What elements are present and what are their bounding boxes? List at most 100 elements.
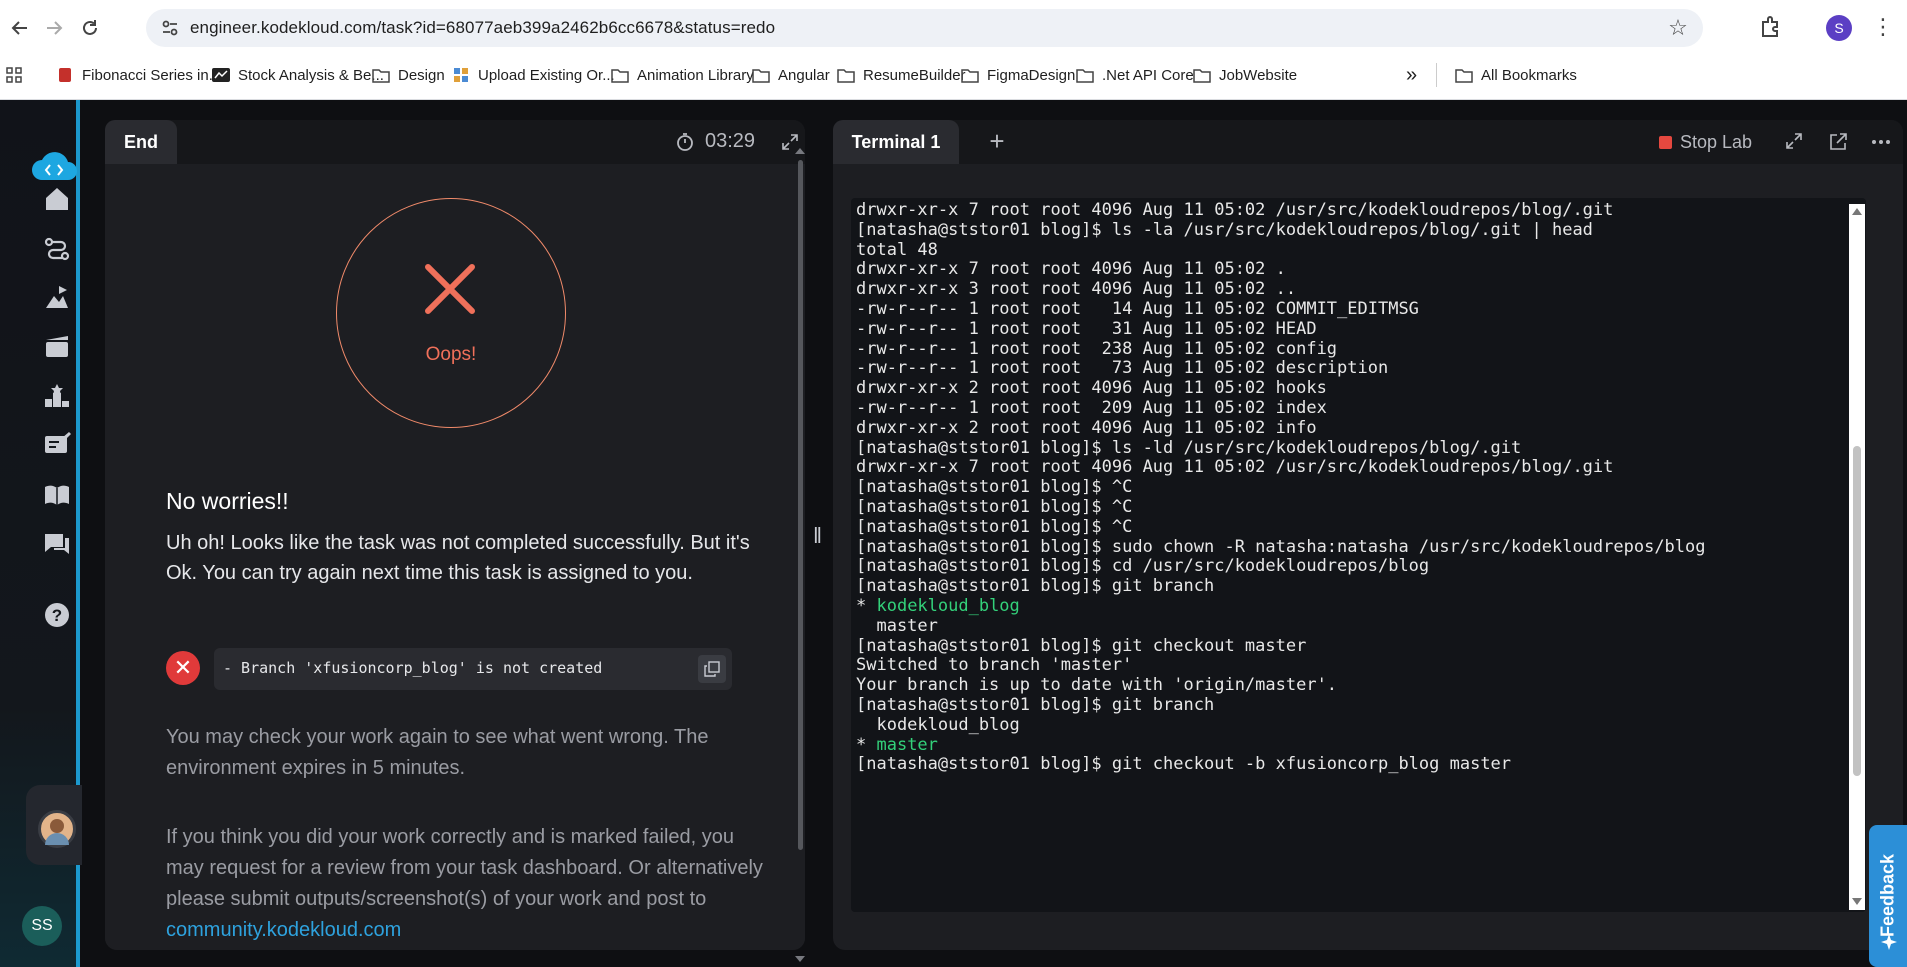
check-work-message: You may check your work again to see wha… bbox=[166, 726, 709, 779]
terminal-line: master bbox=[856, 615, 1706, 637]
docs-icon[interactable] bbox=[38, 476, 76, 514]
url-text[interactable]: engineer.kodekloud.com/task?id=68077aeb3… bbox=[190, 18, 775, 38]
terminal-screen[interactable]: drwxr-xr-x 7 root root 4096 Aug 11 05:02… bbox=[851, 198, 1866, 912]
reload-button[interactable] bbox=[74, 12, 106, 44]
terminal-line-text: drwxr-xr-x 3 root root 4096 Aug 11 05:02… bbox=[856, 279, 1297, 300]
home-icon[interactable] bbox=[38, 180, 76, 218]
bookmark-folder[interactable]: Angular bbox=[752, 62, 830, 88]
bookmark-folder[interactable]: Animation Library bbox=[611, 62, 754, 88]
tab-end[interactable]: End bbox=[105, 120, 177, 164]
folder-icon bbox=[1455, 66, 1473, 84]
terminal-line-text: master bbox=[856, 615, 938, 636]
bookmark-folder[interactable]: JobWebsite bbox=[1193, 62, 1297, 88]
bookmark-item[interactable]: Upload Existing Or... bbox=[452, 62, 615, 88]
bookmarks-overflow-button[interactable]: » bbox=[1406, 62, 1417, 88]
terminal-line: [natasha@ststor01 blog]$ ls -la /usr/src… bbox=[856, 220, 1706, 241]
terminal-line: drwxr-xr-x 2 root root 4096 Aug 11 05:02… bbox=[856, 417, 1706, 439]
bookmark-folder[interactable]: .Net API Core bbox=[1076, 62, 1194, 88]
result-message: Uh oh! Looks like the task was not compl… bbox=[166, 532, 750, 584]
scroll-up-arrow[interactable] bbox=[1852, 208, 1862, 215]
terminal-line: [natasha@ststor01 blog]$ git branch bbox=[856, 695, 1706, 716]
terminal-line: [natasha@ststor01 blog]$ ^C bbox=[856, 517, 1706, 538]
terminal-line: [natasha@ststor01 blog]$ ^C bbox=[856, 496, 1706, 518]
terminal-line: [natasha@ststor01 blog]$ git checkout -b… bbox=[856, 754, 1706, 775]
result-panel-scrollbar[interactable] bbox=[798, 160, 803, 850]
terminal-line-text: Switched to branch 'master' bbox=[856, 655, 1133, 676]
terminal-line: [natasha@ststor01 blog]$ ^C bbox=[856, 477, 1706, 498]
bookmark-item[interactable]: Stock Analysis & Be... bbox=[212, 62, 384, 88]
stop-lab-button[interactable]: Stop Lab bbox=[1659, 132, 1752, 153]
branch-marker: * bbox=[856, 734, 877, 755]
terminal-line-text: drwxr-xr-x 2 root root 4096 Aug 11 05:02… bbox=[856, 378, 1327, 399]
error-x-icon: ✕ bbox=[166, 651, 200, 685]
more-options-icon[interactable] bbox=[1871, 132, 1891, 152]
labs-icon[interactable] bbox=[38, 328, 76, 366]
fail-x-icon bbox=[425, 264, 475, 314]
terminal-line-text: -rw-r--r-- 1 root root 209 Aug 11 05:02 … bbox=[856, 397, 1327, 418]
open-new-window-icon[interactable] bbox=[1828, 132, 1848, 152]
site-icon bbox=[212, 66, 230, 84]
terminal-scrollbar[interactable] bbox=[1849, 204, 1865, 910]
terminal-line-text: [natasha@ststor01 blog]$ ^C bbox=[856, 496, 1133, 517]
stopwatch-icon bbox=[677, 132, 693, 151]
bookmark-folder[interactable]: ResumeBuilder bbox=[837, 62, 966, 88]
kodekloud-app: ? SS End 03:29 Oops! No worries!! Uh oh!… bbox=[0, 100, 1907, 967]
forward-arrow-icon bbox=[47, 21, 63, 35]
reload-icon bbox=[83, 20, 97, 35]
terminal-line: Your branch is up to date with 'origin/m… bbox=[856, 675, 1706, 696]
terminal-line: * kodekloud_blog bbox=[856, 596, 1706, 617]
terminal-line-text: [natasha@ststor01 blog]$ git checkout -b… bbox=[856, 754, 1512, 775]
scrollbar-thumb[interactable] bbox=[1853, 446, 1861, 776]
terminal-line: -rw-r--r-- 1 root root 238 Aug 11 05:02 … bbox=[856, 339, 1706, 360]
sparkle-icon bbox=[1881, 934, 1897, 950]
terminal-line-text: -rw-r--r-- 1 root root 14 Aug 11 05:02 C… bbox=[856, 298, 1419, 319]
address-bar[interactable]: engineer.kodekloud.com/task?id=68077aeb3… bbox=[146, 9, 1703, 47]
extensions-icon[interactable] bbox=[1758, 14, 1786, 42]
bookmark-item[interactable]: Fibonacci Series in... bbox=[56, 62, 221, 88]
help-icon[interactable]: ? bbox=[38, 596, 76, 634]
feedback-button[interactable]: Feedback bbox=[1869, 825, 1907, 967]
bookmark-star-icon[interactable]: ☆ bbox=[1665, 15, 1691, 41]
scroll-down-arrow[interactable] bbox=[1852, 898, 1862, 905]
browser-menu-icon[interactable]: ⋮ bbox=[1872, 14, 1894, 42]
bookmarks-bar: Fibonacci Series in... Stock Analysis & … bbox=[0, 58, 1907, 92]
community-link[interactable]: community.kodekloud.com bbox=[166, 919, 401, 941]
site-settings-icon[interactable] bbox=[158, 16, 182, 40]
leaderboard-icon[interactable] bbox=[38, 377, 76, 415]
profile-avatar[interactable]: S bbox=[1826, 15, 1852, 41]
terminal-line-text: [natasha@ststor01 blog]$ git checkout ma… bbox=[856, 635, 1307, 656]
scroll-down-arrow[interactable] bbox=[795, 956, 805, 962]
terminal-line: kodekloud_blog bbox=[856, 715, 1706, 736]
user-avatar[interactable] bbox=[38, 810, 76, 848]
expand-icon[interactable] bbox=[1785, 132, 1805, 152]
review-message: If you think you did your work correctly… bbox=[166, 822, 766, 946]
tab-terminal-1[interactable]: Terminal 1 bbox=[833, 120, 959, 164]
oops-label: Oops! bbox=[425, 344, 477, 365]
bookmark-folder[interactable]: FigmaDesign bbox=[961, 62, 1075, 88]
apps-grid-icon[interactable] bbox=[6, 62, 22, 88]
add-terminal-button[interactable]: + bbox=[983, 128, 1011, 156]
roadmap-icon[interactable] bbox=[38, 230, 76, 268]
terminal-line-text: [natasha@ststor01 blog]$ cd /usr/src/kod… bbox=[856, 556, 1430, 577]
stop-icon bbox=[1659, 136, 1672, 149]
folder-icon bbox=[1193, 66, 1211, 84]
panel-resize-handle[interactable]: ‖ bbox=[813, 525, 825, 547]
chat-icon[interactable] bbox=[38, 525, 76, 563]
copy-icon[interactable] bbox=[698, 655, 726, 683]
terminal-line-text: [natasha@ststor01 blog]$ ^C bbox=[856, 477, 1133, 498]
forward-button[interactable] bbox=[38, 12, 70, 44]
courses-icon[interactable] bbox=[38, 278, 76, 316]
back-button[interactable] bbox=[4, 12, 36, 44]
all-bookmarks-button[interactable]: All Bookmarks bbox=[1455, 62, 1577, 88]
terminal-line-text: drwxr-xr-x 7 root root 4096 Aug 11 05:02… bbox=[856, 259, 1286, 280]
tasks-icon[interactable] bbox=[38, 426, 76, 464]
youtube-icon bbox=[56, 66, 74, 84]
browser-chrome: engineer.kodekloud.com/task?id=68077aeb3… bbox=[0, 0, 1907, 100]
scroll-up-arrow[interactable] bbox=[795, 148, 805, 154]
svg-text:?: ? bbox=[52, 606, 62, 625]
bookmark-folder[interactable]: Design bbox=[372, 62, 445, 88]
task-result-panel: End 03:29 Oops! No worries!! Uh oh! Look… bbox=[105, 120, 805, 962]
terminal-line-text: drwxr-xr-x 2 root root 4096 Aug 11 05:02… bbox=[856, 417, 1317, 438]
terminal-line-text: total 48 bbox=[856, 239, 938, 260]
user-initials-avatar[interactable]: SS bbox=[22, 906, 62, 946]
